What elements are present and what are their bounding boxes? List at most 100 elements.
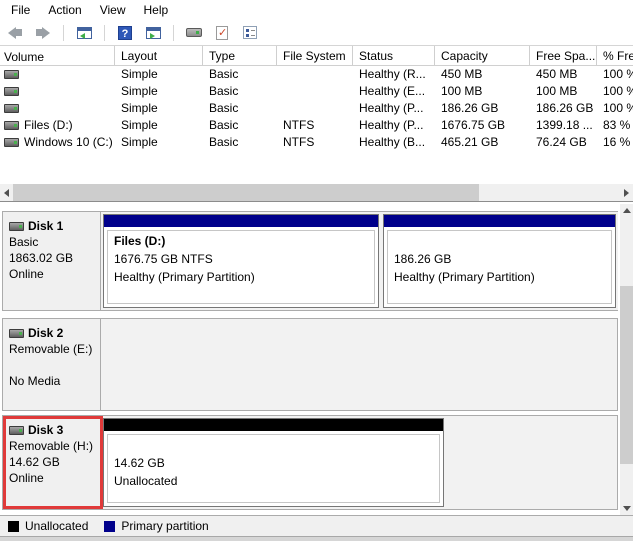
scroll-right-icon [624,189,629,197]
disk-kind: Removable (E:) [9,341,96,357]
horizontal-scrollbar-thumb[interactable] [13,184,479,201]
forward-button[interactable] [32,23,54,43]
column-header-file-system[interactable]: File System [277,46,353,65]
partition-name: Files (D:) [114,232,368,250]
cell-free-space: 76.24 GB [530,134,597,151]
disk2-label-panel[interactable]: Disk 2 Removable (E:) No Media [3,319,101,410]
table-row-files-d[interactable]: Files (D:) Simple Basic NTFS Healthy (P.… [0,117,633,134]
cell-layout: Simple [115,134,203,151]
properties-button[interactable] [239,23,261,43]
disk-graphical-pane: Disk 1 Basic 1863.02 GB Online Files (D:… [0,204,633,515]
table-row-volume-1[interactable]: Simple Basic Healthy (R... 450 MB 450 MB… [0,66,633,83]
scroll-up-button[interactable] [620,204,633,217]
menu-bar: File Action View Help [0,0,633,20]
column-header-percent-free[interactable]: % Fre [597,46,633,65]
column-header-free-space[interactable]: Free Spa... [530,46,597,65]
show-console-tree-button[interactable] [73,23,95,43]
cell-layout: Simple [115,117,203,134]
help-button[interactable]: ? [114,23,136,43]
cell-percent-free: 100 % [597,100,633,117]
disk-size: 14.62 GB [9,454,96,470]
cell-layout: Simple [115,83,203,100]
scroll-up-icon [623,208,631,213]
disk-state: Online [9,266,96,282]
partition-unallocated[interactable]: 14.62 GB Unallocated [103,418,444,507]
cell-capacity: 100 MB [435,83,530,100]
cell-status: Healthy (B... [353,134,435,151]
column-header-type[interactable]: Type [203,46,277,65]
disk1-label-panel[interactable]: Disk 1 Basic 1863.02 GB Online [3,212,101,310]
cell-type: Basic [203,66,277,83]
disk-device-icon [186,28,202,37]
scroll-down-button[interactable] [620,502,633,515]
cell-type: Basic [203,117,277,134]
cell-type: Basic [203,83,277,100]
partition-detail: 186.26 GB [394,250,605,268]
column-header-status[interactable]: Status [353,46,435,65]
table-row-volume-2[interactable]: Simple Basic Healthy (E... 100 MB 100 MB… [0,83,633,100]
disk-kind: Basic [9,234,96,250]
table-row-volume-3[interactable]: Simple Basic Healthy (P... 186.26 GB 186… [0,100,633,117]
partition-name [394,232,605,250]
primary-partition-color-swatch [104,521,115,532]
toolbar-separator [173,25,174,41]
back-button[interactable] [4,23,26,43]
cell-type: Basic [203,134,277,151]
disk3-label-panel[interactable]: Disk 3 Removable (H:) 14.62 GB Online [3,416,101,509]
scroll-down-icon [623,506,631,511]
vertical-scrollbar[interactable] [620,204,633,515]
legend-bar: Unallocated Primary partition [0,515,633,536]
disk-row-disk2: Disk 2 Removable (E:) No Media [2,318,618,411]
vertical-scrollbar-thumb[interactable] [620,286,633,464]
cell-percent-free: 100 % [597,66,633,83]
disk-state: Online [9,470,96,486]
disk-icon [9,222,24,231]
partition-status: Unallocated [114,472,433,490]
disk-name: Disk 2 [28,326,63,340]
horizontal-scrollbar[interactable] [0,184,633,201]
scroll-right-button[interactable] [620,184,633,201]
disk-device-button[interactable] [183,23,205,43]
cell-volume [0,66,115,83]
toolbar-separator [63,25,64,41]
partition-files-d[interactable]: Files (D:) 1676.75 GB NTFS Healthy (Prim… [103,214,379,308]
column-header-capacity[interactable]: Capacity [435,46,530,65]
cell-volume: Windows 10 (C:) [0,134,115,151]
cell-volume [0,100,115,117]
cell-capacity: 450 MB [435,66,530,83]
disk-icon [9,426,24,435]
volume-list-pane: Volume Layout Type File System Status Ca… [0,46,633,201]
menu-help[interactable]: Help [135,1,178,19]
check-document-button[interactable] [211,23,233,43]
disk-row-disk3: Disk 3 Removable (H:) 14.62 GB Online 14… [2,415,618,510]
window-bottom-edge [0,536,633,541]
cell-status: Healthy (E... [353,83,435,100]
toolbar-separator [104,25,105,41]
menu-action[interactable]: Action [39,1,90,19]
partition-color-bar [384,215,615,227]
column-header-layout[interactable]: Layout [115,46,203,65]
cell-file-system [277,100,353,117]
disk-size: 1863.02 GB [9,250,96,266]
partition-status: Healthy (Primary Partition) [114,268,368,286]
column-header-volume[interactable]: Volume [0,46,115,65]
table-row-windows-10-c[interactable]: Windows 10 (C:) Simple Basic NTFS Health… [0,134,633,151]
scroll-left-button[interactable] [0,184,13,201]
back-icon [8,27,22,39]
partition-186gb[interactable]: 186.26 GB Healthy (Primary Partition) [383,214,616,308]
disk-management-window: File Action View Help ? [0,0,633,541]
partition-detail: 1676.75 GB NTFS [114,250,368,268]
action-pane-icon [146,27,161,39]
menu-file[interactable]: File [2,1,39,19]
cell-volume [0,83,115,100]
volume-icon [4,70,19,79]
cell-percent-free: 83 % [597,117,633,134]
help-icon: ? [118,26,132,40]
cell-free-space: 1399.18 ... [530,117,597,134]
cell-volume: Files (D:) [0,117,115,134]
menu-view[interactable]: View [91,1,135,19]
list-empty-area [0,151,633,184]
cell-capacity: 465.21 GB [435,134,530,151]
show-action-pane-button[interactable] [142,23,164,43]
cell-free-space: 450 MB [530,66,597,83]
